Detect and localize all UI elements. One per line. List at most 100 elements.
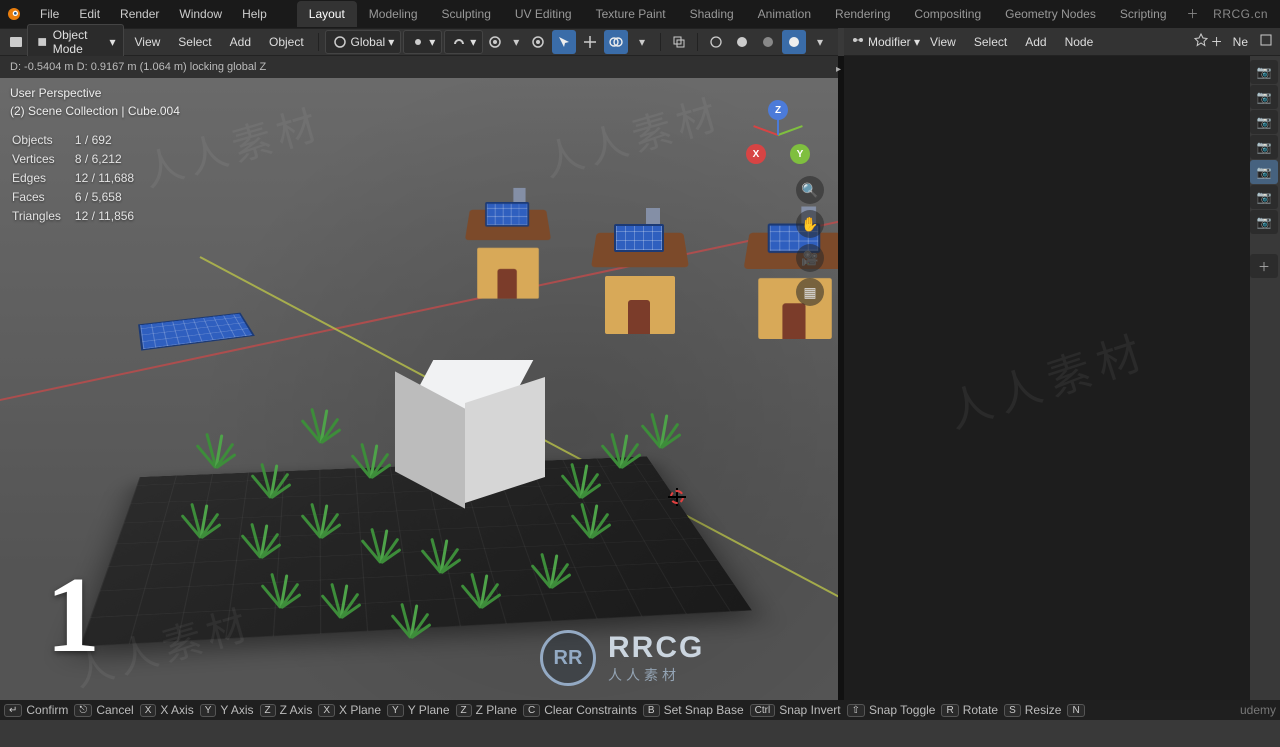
xray-icon[interactable] [667, 30, 691, 54]
gizmo-z-icon[interactable]: Z [768, 100, 788, 120]
transform-orientation[interactable]: Global▾ [325, 30, 402, 54]
hint-snap-toggle: Snap Toggle [869, 703, 936, 717]
viewport-menu-object[interactable]: Object [261, 31, 312, 53]
visibility-icon[interactable] [526, 30, 550, 54]
node-snap-icon[interactable] [1258, 32, 1274, 51]
grass-plant [300, 401, 342, 443]
menu-file[interactable]: File [30, 3, 69, 25]
chevron-right-icon[interactable]: ▸ [836, 64, 841, 75]
key-icon: N [1067, 704, 1084, 717]
tab-texture-paint[interactable]: Texture Paint [584, 1, 678, 27]
hint-x-axis: X Axis [160, 703, 193, 717]
mode-label: Object Mode [53, 28, 106, 56]
key-icon: X [318, 704, 335, 717]
hint-rotate: Rotate [963, 703, 998, 717]
viewport-header: Object Mode ▾ View Select Add Object Glo… [0, 28, 838, 56]
node-tree-type[interactable]: Modifier ▾ [868, 35, 920, 49]
3d-viewport[interactable]: 人人素材 人人素材 人人素材 1 RR RRCG 人人素材 Z X Y 🔍 ✋ … [0, 56, 838, 700]
pan-icon[interactable]: ✋ [796, 210, 824, 238]
prop-tab-object-icon[interactable]: 📷 [1250, 185, 1278, 209]
hint-resize: Resize [1025, 703, 1062, 717]
rrcg-badge-icon: RR [540, 630, 596, 686]
key-icon: C [523, 704, 540, 717]
grass-plant [390, 596, 432, 638]
menu-edit[interactable]: Edit [69, 3, 110, 25]
key-icon: X [140, 704, 157, 717]
site-brand: RRCG.cn [1213, 7, 1276, 21]
menu-help[interactable]: Help [232, 3, 277, 25]
overlay-dropdown-icon[interactable]: ▾ [630, 30, 654, 54]
stat-value: 8 / 6,212 [75, 151, 134, 168]
viewport-menu-view[interactable]: View [126, 31, 168, 53]
node-editor-type-icon[interactable] [850, 32, 866, 51]
tab-compositing[interactable]: Compositing [902, 1, 993, 27]
node-pin-icon[interactable] [1193, 32, 1209, 51]
grass-plant [640, 406, 682, 448]
grass-plant [180, 496, 222, 538]
tab-shading[interactable]: Shading [678, 1, 746, 27]
shading-solid-icon[interactable] [730, 30, 754, 54]
zoom-icon[interactable]: 🔍 [796, 176, 824, 204]
prop-tab-scene-icon[interactable]: 📷 [1250, 135, 1278, 159]
rrcg-subtitle: 人人素材 [608, 665, 704, 685]
hint-z-plane: Z Plane [476, 703, 517, 717]
prop-tab-add-icon[interactable]: ＋ [1250, 254, 1278, 278]
stat-value: 1 / 692 [75, 132, 134, 149]
shading-dropdown-icon[interactable]: ▾ [808, 30, 832, 54]
tab-animation[interactable]: Animation [746, 1, 823, 27]
status-bar: ↵Confirm ⎋Cancel XX Axis YY Axis ZZ Axis… [0, 700, 1280, 720]
key-icon: Y [387, 704, 404, 717]
grass-plant [560, 456, 602, 498]
node-menu-view[interactable]: View [922, 31, 964, 53]
key-icon: Y [200, 704, 217, 717]
key-icon: ↵ [4, 704, 22, 717]
properties-tab-strip: 📷 📷 📷 📷 📷 📷 📷 ＋ [1250, 60, 1280, 278]
add-workspace-button[interactable]: ＋ [1179, 1, 1207, 27]
gizmo-x-icon[interactable]: X [746, 144, 766, 164]
stat-label: Vertices [12, 151, 73, 168]
node-menu-select[interactable]: Select [966, 31, 1015, 53]
prop-tab-modifier-icon[interactable]: 📷 [1250, 210, 1278, 234]
node-add-button[interactable]: ＋ [1211, 33, 1223, 50]
proportional-falloff-icon[interactable]: ▾ [507, 30, 526, 54]
tab-rendering[interactable]: Rendering [823, 1, 902, 27]
viewport-menu-select[interactable]: Select [170, 31, 219, 53]
gizmo-y-icon[interactable]: Y [790, 144, 810, 164]
editor-type-icon[interactable] [6, 30, 25, 54]
node-new-button[interactable]: Ne [1225, 31, 1256, 53]
prop-tab-world-icon[interactable]: 📷 [1250, 160, 1278, 184]
menu-render[interactable]: Render [110, 3, 169, 25]
proportional-edit-icon[interactable] [485, 30, 504, 54]
prop-tab-viewlayer-icon[interactable]: 📷 [1250, 110, 1278, 134]
nav-gizmo[interactable]: Z X Y [750, 106, 806, 162]
transform-status-line: D: -0.5404 m D: 0.9167 m (1.064 m) locki… [0, 56, 838, 78]
perspective-icon[interactable]: ▦ [796, 278, 824, 306]
pivot-point[interactable]: ▾ [403, 30, 442, 54]
prop-tab-render-icon[interactable]: 📷 [1250, 60, 1278, 84]
hint-snap-base: Set Snap Base [664, 703, 744, 717]
hint-z-axis: Z Axis [280, 703, 313, 717]
node-menu-node[interactable]: Node [1057, 31, 1102, 53]
gizmo-toggle-icon[interactable] [578, 30, 602, 54]
tab-geometry-nodes[interactable]: Geometry Nodes [993, 1, 1108, 27]
camera-icon[interactable]: 🎥 [796, 244, 824, 272]
menu-window[interactable]: Window [169, 3, 232, 25]
mode-select[interactable]: Object Mode ▾ [27, 24, 124, 60]
shading-wireframe-icon[interactable] [704, 30, 728, 54]
node-menu-add[interactable]: Add [1017, 31, 1054, 53]
grass-plant [530, 546, 572, 588]
select-tool-icon[interactable] [552, 30, 576, 54]
grass-plant [240, 516, 282, 558]
shading-material-icon[interactable] [756, 30, 780, 54]
overlay-toggle-icon[interactable] [604, 30, 628, 54]
step-number: 1 [46, 554, 100, 678]
snap-toggle[interactable]: ▾ [444, 30, 483, 54]
tab-scripting[interactable]: Scripting [1108, 1, 1179, 27]
node-editor-header: Modifier ▾ View Select Add Node ＋ Ne [844, 28, 1280, 56]
node-editor-panel[interactable]: 人人素材 [844, 56, 1250, 700]
key-icon: Z [260, 704, 276, 717]
rrcg-title: RRCG [608, 631, 704, 665]
prop-tab-output-icon[interactable]: 📷 [1250, 85, 1278, 109]
viewport-menu-add[interactable]: Add [222, 31, 259, 53]
shading-rendered-icon[interactable] [782, 30, 806, 54]
